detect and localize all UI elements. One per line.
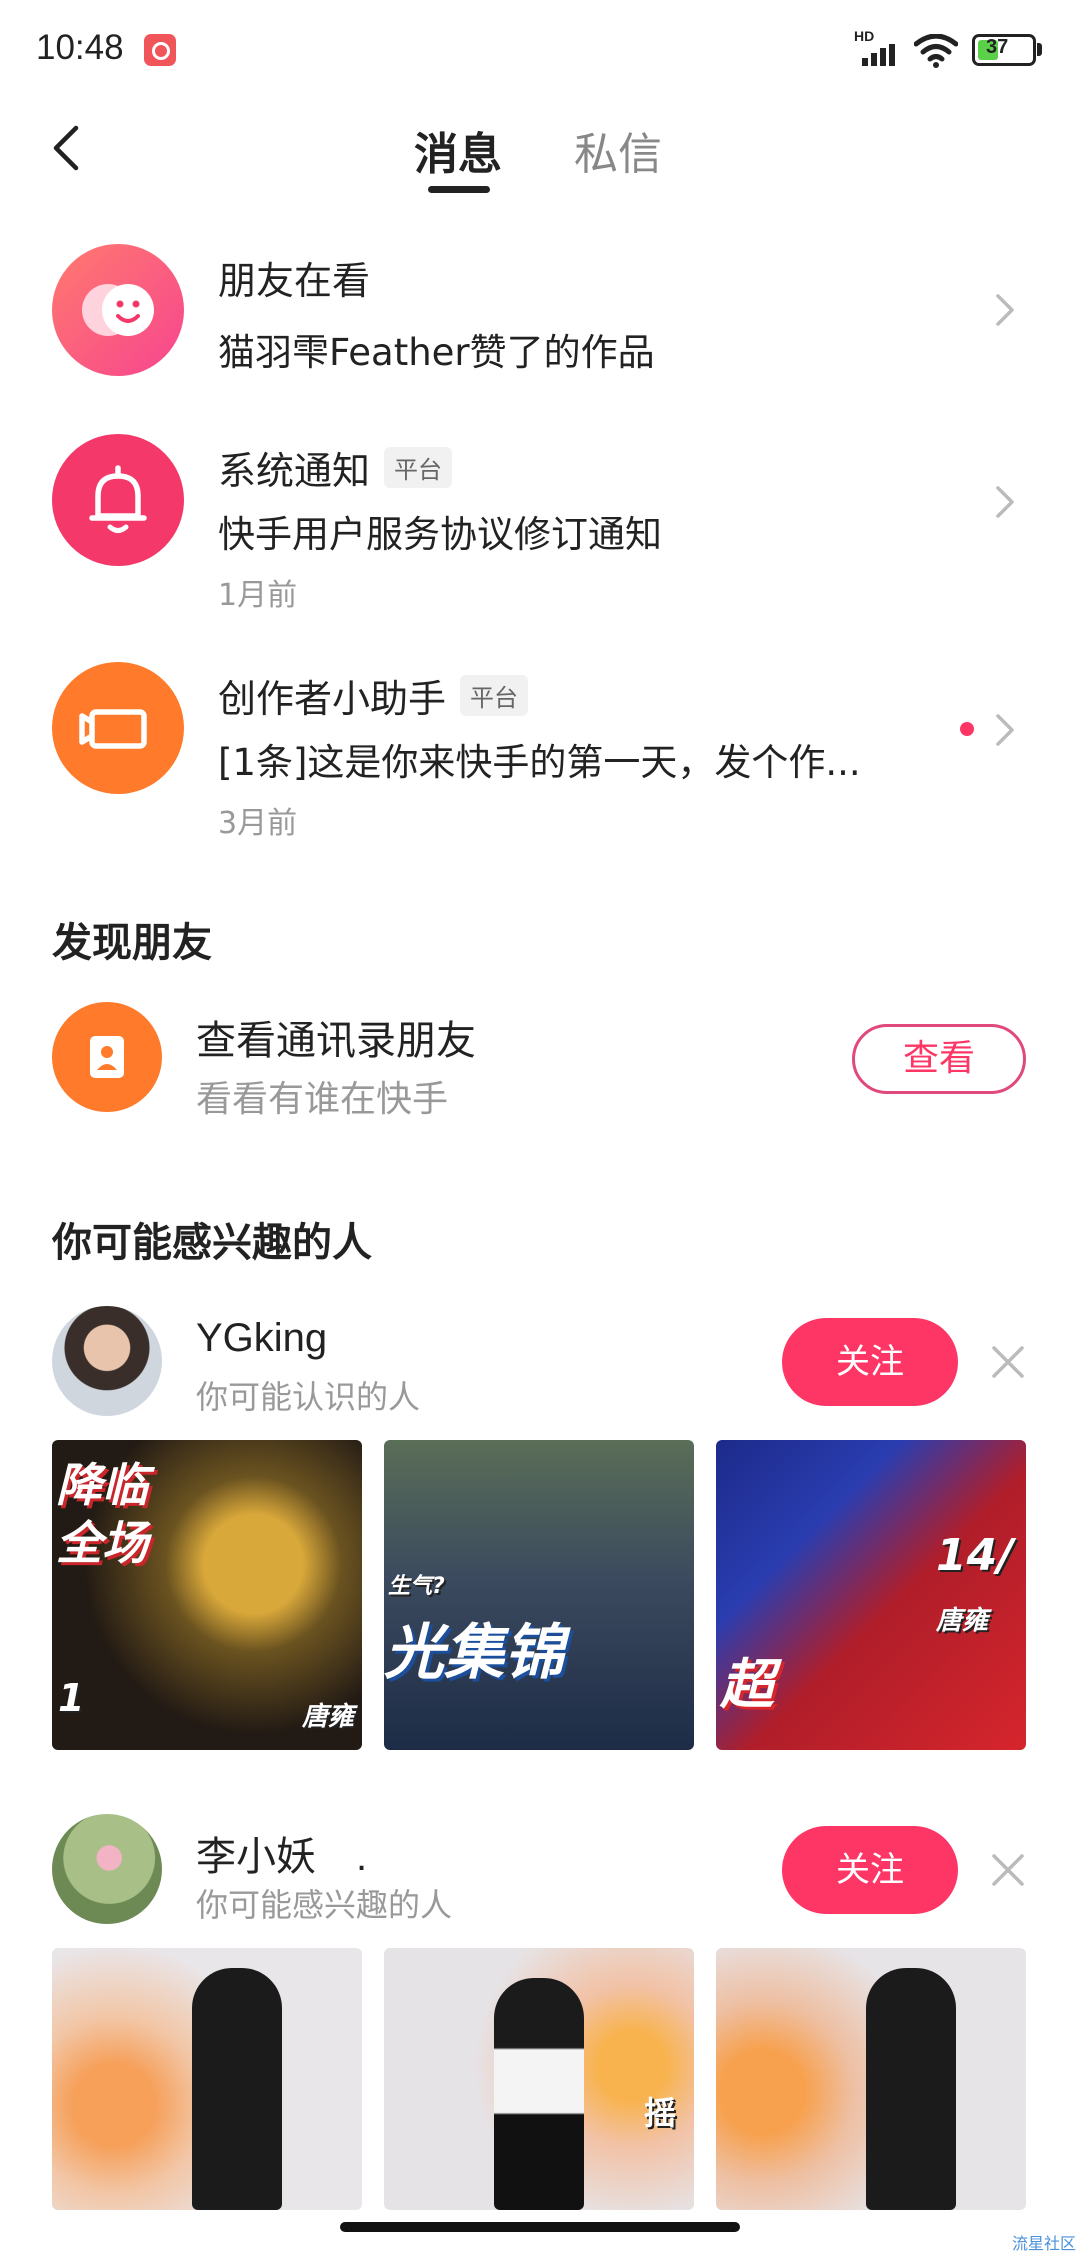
creator-assistant-icon[interactable]	[52, 662, 184, 794]
message-title: 创作者小助手 平台	[218, 668, 529, 723]
address-book-icon	[90, 1036, 124, 1078]
chevron-right-icon[interactable]	[990, 482, 1020, 522]
video-thumbnail[interactable]	[716, 1948, 1026, 2210]
thumbnail-tag: 唐雍	[936, 1606, 989, 1636]
app-notification-icon	[144, 34, 176, 66]
thumbnail-caption: 14/	[936, 1530, 1014, 1581]
close-icon[interactable]	[990, 1852, 1026, 1888]
friends-watching-icon[interactable]	[52, 244, 184, 376]
view-contacts-button[interactable]: 查看	[852, 1024, 1026, 1094]
thumbnail-tag: 超	[720, 1653, 774, 1716]
follow-button[interactable]: 关注	[782, 1826, 958, 1914]
watermark: 流星社区	[1012, 2234, 1077, 2253]
video-thumbnail[interactable]: 14/ 超 唐雍	[716, 1440, 1026, 1750]
status-time: 10:48	[36, 28, 124, 67]
status-bar: 10:48 HD 37	[0, 0, 1080, 100]
video-thumbnail[interactable]: 光集锦 生气?	[384, 1440, 694, 1750]
message-title-text: 系统通知	[218, 449, 371, 493]
system-notice-icon[interactable]	[52, 434, 184, 566]
platform-tag: 平台	[460, 675, 529, 716]
avatar[interactable]	[52, 1814, 162, 1924]
video-thumbnail[interactable]	[52, 1948, 362, 2210]
message-title-text: 创作者小助手	[218, 677, 447, 721]
section-title-recommend: 你可能感兴趣的人	[52, 1220, 372, 1266]
back-icon[interactable]	[40, 118, 100, 178]
user-name[interactable]: 李小妖 .	[196, 1824, 367, 1882]
video-thumbnail[interactable]: 降临 全场 1 唐雍	[52, 1440, 362, 1750]
chevron-right-icon[interactable]	[990, 710, 1020, 750]
message-time: 1月前	[218, 578, 298, 613]
bell-icon	[89, 465, 147, 533]
message-time: 3月前	[218, 806, 298, 841]
thumbnail-tag: 生气?	[388, 1574, 445, 1599]
thumbnail-caption: 摇	[644, 2094, 677, 2132]
user-reason: 你可能感兴趣的人	[196, 1886, 453, 1924]
platform-tag: 平台	[384, 447, 453, 488]
contacts-title: 查看通讯录朋友	[196, 1018, 476, 1064]
wifi-icon	[914, 34, 958, 68]
avatar[interactable]	[52, 1306, 162, 1416]
user-name[interactable]: YGking	[196, 1316, 327, 1361]
follow-button[interactable]: 关注	[782, 1318, 958, 1406]
unread-dot	[960, 722, 974, 736]
message-title: 系统通知 平台	[218, 440, 453, 495]
battery-level: 37	[986, 36, 1009, 58]
message-subtitle: [1条]这是你来快手的第一天，发个作...	[218, 741, 861, 784]
message-title: 朋友在看	[218, 259, 371, 303]
thumbnail-caption: 光集锦	[384, 1618, 564, 1688]
home-indicator[interactable]	[340, 2222, 740, 2232]
friends-smile-icon	[82, 284, 154, 336]
section-title-discover: 发现朋友	[52, 920, 212, 966]
thumbnail-tag: 唐雍	[302, 1702, 355, 1732]
chevron-right-icon[interactable]	[990, 290, 1020, 330]
thumbnail-caption: 降临 全场	[56, 1458, 148, 1570]
contacts-icon[interactable]	[52, 1002, 162, 1112]
tab-private-messages[interactable]: 私信	[574, 118, 662, 182]
close-icon[interactable]	[990, 1344, 1026, 1380]
tab-messages[interactable]: 消息	[414, 118, 502, 182]
contacts-subtitle: 看看有谁在快手	[196, 1079, 449, 1120]
user-reason: 你可能认识的人	[196, 1378, 421, 1416]
signal-icon	[862, 44, 896, 66]
video-thumbnail[interactable]: 摇	[384, 1948, 694, 2210]
tab-indicator	[428, 186, 490, 193]
message-subtitle: 猫羽雫Feather赞了的作品	[218, 331, 655, 374]
thumbnail-tag: 1	[58, 1676, 85, 1720]
network-label: HD	[854, 28, 875, 44]
message-subtitle: 快手用户服务协议修订通知	[218, 513, 662, 556]
video-camera-icon	[79, 709, 147, 749]
